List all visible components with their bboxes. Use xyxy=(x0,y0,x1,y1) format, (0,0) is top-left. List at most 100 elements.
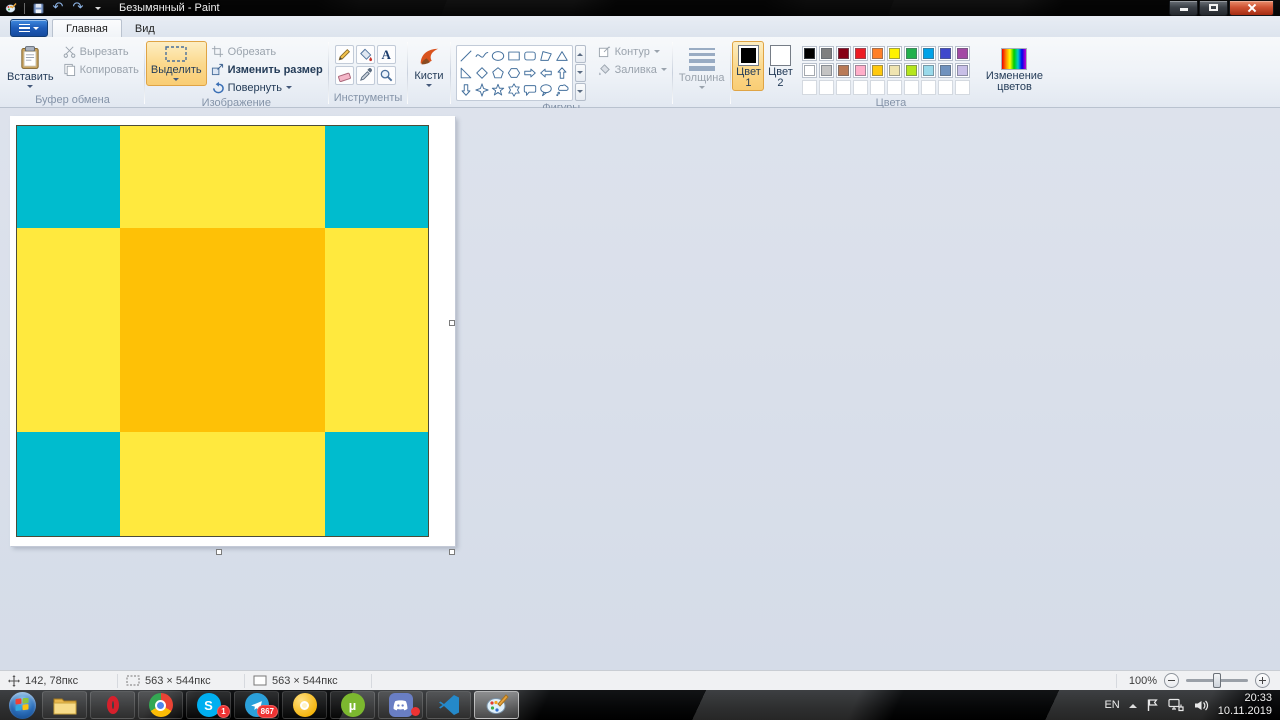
outline-button[interactable]: Контур xyxy=(594,43,671,60)
maximize-button[interactable] xyxy=(1199,0,1228,16)
palette-swatch[interactable] xyxy=(853,46,869,61)
shape-arrow-right-button[interactable] xyxy=(523,65,538,81)
palette-swatch[interactable] xyxy=(938,63,954,78)
shape-rectangle-button[interactable] xyxy=(507,48,522,64)
palette-swatch[interactable] xyxy=(836,63,852,78)
language-indicator[interactable]: EN xyxy=(1104,699,1119,711)
palette-swatch[interactable] xyxy=(921,63,937,78)
taskbar-utorrent-button[interactable]: µ xyxy=(330,691,375,719)
palette-swatch[interactable] xyxy=(853,63,869,78)
canvas-resize-handle-right[interactable] xyxy=(449,320,455,326)
magnifier-tool-button[interactable] xyxy=(376,66,396,85)
palette-swatch[interactable] xyxy=(938,46,954,61)
shape-right-triangle-button[interactable] xyxy=(459,65,474,81)
text-tool-button[interactable]: A xyxy=(376,45,396,64)
taskbar-telegram-button[interactable]: 867 xyxy=(234,691,279,719)
shape-pentagon-button[interactable] xyxy=(491,65,506,81)
color1-button[interactable]: Цвет 1 xyxy=(732,41,765,91)
taskbar-canary-button[interactable] xyxy=(282,691,327,719)
shape-callout-oval-button[interactable] xyxy=(539,82,554,98)
crop-button[interactable]: Обрезать xyxy=(207,43,327,60)
qat-customize-button[interactable] xyxy=(91,2,105,15)
hidden-icons-button[interactable] xyxy=(1128,700,1137,708)
edit-colors-button[interactable]: Изменение цветов xyxy=(979,41,1049,95)
shape-star-6-button[interactable] xyxy=(507,82,522,98)
copy-button[interactable]: Копировать xyxy=(59,61,143,78)
cut-button[interactable]: Вырезать xyxy=(59,43,143,60)
shapes-scroll-up-button[interactable] xyxy=(574,45,586,63)
clock[interactable]: 20:33 10.11.2019 xyxy=(1218,692,1272,718)
file-menu-button[interactable] xyxy=(10,19,48,37)
palette-swatch[interactable] xyxy=(904,46,920,61)
shapes-scroll-down-button[interactable] xyxy=(574,64,586,82)
volume-icon[interactable] xyxy=(1194,699,1209,712)
canvas-page[interactable] xyxy=(10,116,455,546)
taskbar-chrome-button[interactable] xyxy=(138,691,183,719)
shape-callout-rounded-button[interactable] xyxy=(523,82,538,98)
eraser-tool-button[interactable] xyxy=(334,66,354,85)
taskbar-start-button[interactable] xyxy=(5,691,39,719)
shape-star-5-button[interactable] xyxy=(491,82,506,98)
shape-star-4-button[interactable] xyxy=(475,82,490,98)
zoom-slider-thumb[interactable] xyxy=(1213,673,1221,688)
palette-swatch[interactable] xyxy=(802,63,818,78)
shape-polygon-button[interactable] xyxy=(539,48,554,64)
taskbar-paint-button[interactable] xyxy=(474,691,519,719)
undo-icon[interactable]: ↶ xyxy=(51,1,65,15)
canvas-resize-handle-bottom[interactable] xyxy=(216,549,222,555)
palette-swatch[interactable] xyxy=(870,63,886,78)
palette-swatch[interactable] xyxy=(819,63,835,78)
network-icon[interactable] xyxy=(1168,698,1185,712)
shape-callout-cloud-button[interactable] xyxy=(555,82,570,98)
shape-rounded-rectangle-button[interactable] xyxy=(523,48,538,64)
taskbar-explorer-button[interactable] xyxy=(42,691,87,719)
palette-swatch[interactable] xyxy=(870,46,886,61)
palette-swatch[interactable] xyxy=(819,46,835,61)
paint-logo-icon[interactable] xyxy=(4,2,18,15)
palette-swatch[interactable] xyxy=(887,46,903,61)
action-center-icon[interactable] xyxy=(1146,698,1159,712)
shape-triangle-button[interactable] xyxy=(555,48,570,64)
pencil-tool-button[interactable] xyxy=(334,45,354,64)
minimize-button[interactable] xyxy=(1169,0,1198,16)
shape-diamond-button[interactable] xyxy=(475,65,490,81)
taskbar-discord-button[interactable] xyxy=(378,691,423,719)
close-button[interactable] xyxy=(1229,0,1274,16)
palette-swatch[interactable] xyxy=(921,46,937,61)
resize-button[interactable]: Изменить размер xyxy=(207,61,327,78)
size-button[interactable]: Толщина xyxy=(674,41,730,94)
taskbar-vscode-button[interactable] xyxy=(426,691,471,719)
color2-button[interactable]: Цвет 2 xyxy=(764,41,796,91)
shape-arrow-down-button[interactable] xyxy=(459,82,474,98)
shape-line-button[interactable] xyxy=(459,48,474,64)
tab-home[interactable]: Главная xyxy=(52,19,122,37)
redo-icon[interactable]: ↷ xyxy=(71,1,85,15)
shapes-more-button[interactable] xyxy=(574,83,586,101)
taskbar-skype-button[interactable]: S1 xyxy=(186,691,231,719)
palette-swatch[interactable] xyxy=(836,46,852,61)
canvas-resize-handle-corner[interactable] xyxy=(449,549,455,555)
shape-curve-button[interactable] xyxy=(475,48,490,64)
palette-swatch[interactable] xyxy=(955,46,971,61)
shape-oval-button[interactable] xyxy=(491,48,506,64)
shape-arrow-left-button[interactable] xyxy=(539,65,554,81)
shape-fill-button[interactable]: Заливка xyxy=(594,61,671,78)
taskbar-opera-button[interactable] xyxy=(90,691,135,719)
save-icon[interactable] xyxy=(31,2,45,15)
palette-swatch[interactable] xyxy=(887,63,903,78)
zoom-in-button[interactable] xyxy=(1255,673,1270,688)
brushes-button[interactable]: Кисти xyxy=(409,41,448,92)
zoom-out-button[interactable] xyxy=(1164,673,1179,688)
paste-button[interactable]: Вставить xyxy=(2,41,59,93)
fill-tool-button[interactable] xyxy=(355,45,375,64)
select-button[interactable]: Выделить xyxy=(145,41,207,86)
palette-swatch[interactable] xyxy=(802,46,818,61)
tab-view[interactable]: Вид xyxy=(122,20,168,37)
shape-hexagon-button[interactable] xyxy=(507,65,522,81)
rotate-button[interactable]: Повернуть xyxy=(207,79,327,96)
palette-swatch[interactable] xyxy=(904,63,920,78)
zoom-slider[interactable] xyxy=(1186,673,1248,688)
palette-swatch[interactable] xyxy=(955,63,971,78)
shape-arrow-up-button[interactable] xyxy=(555,65,570,81)
color-picker-tool-button[interactable] xyxy=(355,66,375,85)
